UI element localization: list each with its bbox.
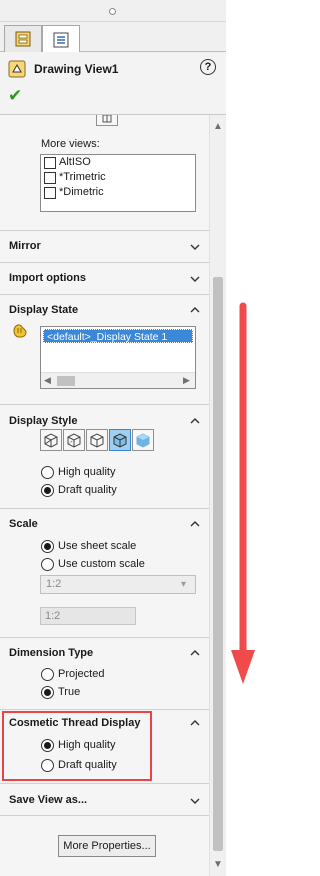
projected-radio[interactable]: [41, 668, 54, 681]
scroll-down-icon[interactable]: ▼: [213, 859, 223, 870]
hidden-lines-visible-button[interactable]: [63, 429, 85, 451]
manager-tabs: [0, 22, 226, 53]
more-view-label: *Dimetric: [59, 186, 104, 198]
wireframe-button[interactable]: [40, 429, 62, 451]
property-manager-panel: Drawing View1 ? ✔ More views: AltISO *Tr…: [0, 52, 226, 876]
display-state-list[interactable]: <default>_Display State 1 ◀ ▶: [40, 326, 196, 389]
scale-section-header[interactable]: Scale: [9, 518, 38, 530]
annotation-arrow-down-icon: [231, 302, 255, 684]
chevron-down-icon[interactable]: [190, 242, 200, 252]
more-view-label: AltISO: [59, 156, 91, 168]
display-style-section-header[interactable]: Display Style: [9, 415, 77, 427]
feature-manager-icon: [15, 31, 31, 47]
radio-label: Use custom scale: [58, 558, 145, 570]
altiso-checkbox[interactable]: [44, 157, 56, 169]
chevron-up-icon[interactable]: [190, 718, 200, 728]
section-divider: [0, 709, 209, 710]
scroll-thumb[interactable]: [57, 376, 75, 386]
wireframe-icon: [44, 433, 58, 448]
section-divider: [0, 404, 209, 405]
chevron-down-icon: ▾: [181, 579, 187, 590]
mirror-section-header[interactable]: Mirror: [9, 240, 41, 252]
page-title: Drawing View1: [34, 62, 119, 76]
section-divider: [0, 637, 209, 638]
custom-scale-field[interactable]: 1:2: [40, 607, 136, 625]
display-style-high-quality-radio[interactable]: [41, 466, 54, 479]
scroll-right-icon[interactable]: ▶: [183, 375, 190, 386]
chevron-up-icon[interactable]: [190, 519, 200, 529]
scale-dropdown-value: 1:2: [46, 578, 62, 590]
view-cube-icon: [102, 115, 112, 123]
panel-header: Drawing View1 ? ✔: [0, 52, 226, 114]
display-state-section-header[interactable]: Display State: [9, 304, 78, 316]
more-view-label: *Trimetric: [59, 171, 106, 183]
property-manager-icon: [53, 32, 69, 47]
use-sheet-scale-radio[interactable]: [41, 540, 54, 553]
section-divider: [0, 294, 209, 295]
section-divider: [0, 783, 209, 784]
panel-grip[interactable]: [0, 0, 226, 22]
more-properties-button[interactable]: More Properties...: [58, 835, 156, 857]
section-divider: [0, 508, 209, 509]
hidden-lines-removed-button[interactable]: [86, 429, 108, 451]
chevron-up-icon[interactable]: [190, 416, 200, 426]
tab-property-manager[interactable]: [42, 25, 80, 53]
scroll-up-icon[interactable]: ▲: [213, 121, 223, 132]
shaded-with-edges-icon: [113, 433, 127, 448]
chevron-down-icon[interactable]: [190, 274, 200, 284]
shaded-with-edges-button[interactable]: [109, 429, 131, 451]
properties-scroll-area: More views: AltISO *Trimetric *Dimetric …: [0, 114, 226, 876]
scroll-left-icon[interactable]: ◀: [44, 375, 51, 386]
section-divider: [0, 815, 209, 816]
dimension-type-section-header[interactable]: Dimension Type: [9, 647, 93, 659]
chevron-down-icon[interactable]: [190, 796, 200, 806]
properties-vscrollbar[interactable]: ▲ ▼: [209, 115, 226, 876]
scale-dropdown[interactable]: 1:2 ▾: [40, 575, 196, 594]
view-orientation-button[interactable]: [96, 115, 118, 126]
save-view-section-header[interactable]: Save View as...: [9, 794, 87, 806]
shaded-icon: [136, 433, 150, 448]
hidden-lines-removed-icon: [90, 433, 104, 448]
display-state-hscrollbar[interactable]: ◀ ▶: [41, 372, 195, 388]
display-state-icon: [13, 324, 27, 338]
more-views-label: More views:: [41, 138, 100, 150]
display-style-draft-quality-radio[interactable]: [41, 484, 54, 497]
display-state-selected-item[interactable]: <default>_Display State 1: [43, 329, 193, 343]
hidden-lines-visible-icon: [67, 433, 81, 448]
ok-checkmark-icon[interactable]: ✔: [8, 86, 22, 106]
more-views-list[interactable]: AltISO *Trimetric *Dimetric: [40, 154, 196, 212]
radio-label: True: [58, 686, 81, 698]
shaded-button[interactable]: [132, 429, 154, 451]
scroll-thumb[interactable]: [213, 277, 223, 851]
radio-label: Use sheet scale: [58, 540, 137, 552]
import-options-section-header[interactable]: Import options: [9, 272, 86, 284]
chevron-up-icon[interactable]: [190, 305, 200, 315]
drawing-view-icon: [8, 60, 26, 78]
trimetric-checkbox[interactable]: [44, 172, 56, 184]
section-divider: [0, 230, 209, 231]
true-radio[interactable]: [41, 686, 54, 699]
tab-feature-manager[interactable]: [4, 25, 42, 52]
radio-label: High quality: [58, 466, 116, 478]
radio-label: Projected: [58, 668, 105, 680]
grip-dot-icon: [109, 8, 116, 15]
annotation-highlight-box: [2, 711, 152, 781]
use-custom-scale-radio[interactable]: [41, 558, 54, 571]
dimetric-checkbox[interactable]: [44, 187, 56, 199]
help-icon[interactable]: ?: [200, 59, 216, 75]
radio-label: Draft quality: [58, 484, 117, 496]
section-divider: [0, 262, 209, 263]
chevron-up-icon[interactable]: [190, 648, 200, 658]
